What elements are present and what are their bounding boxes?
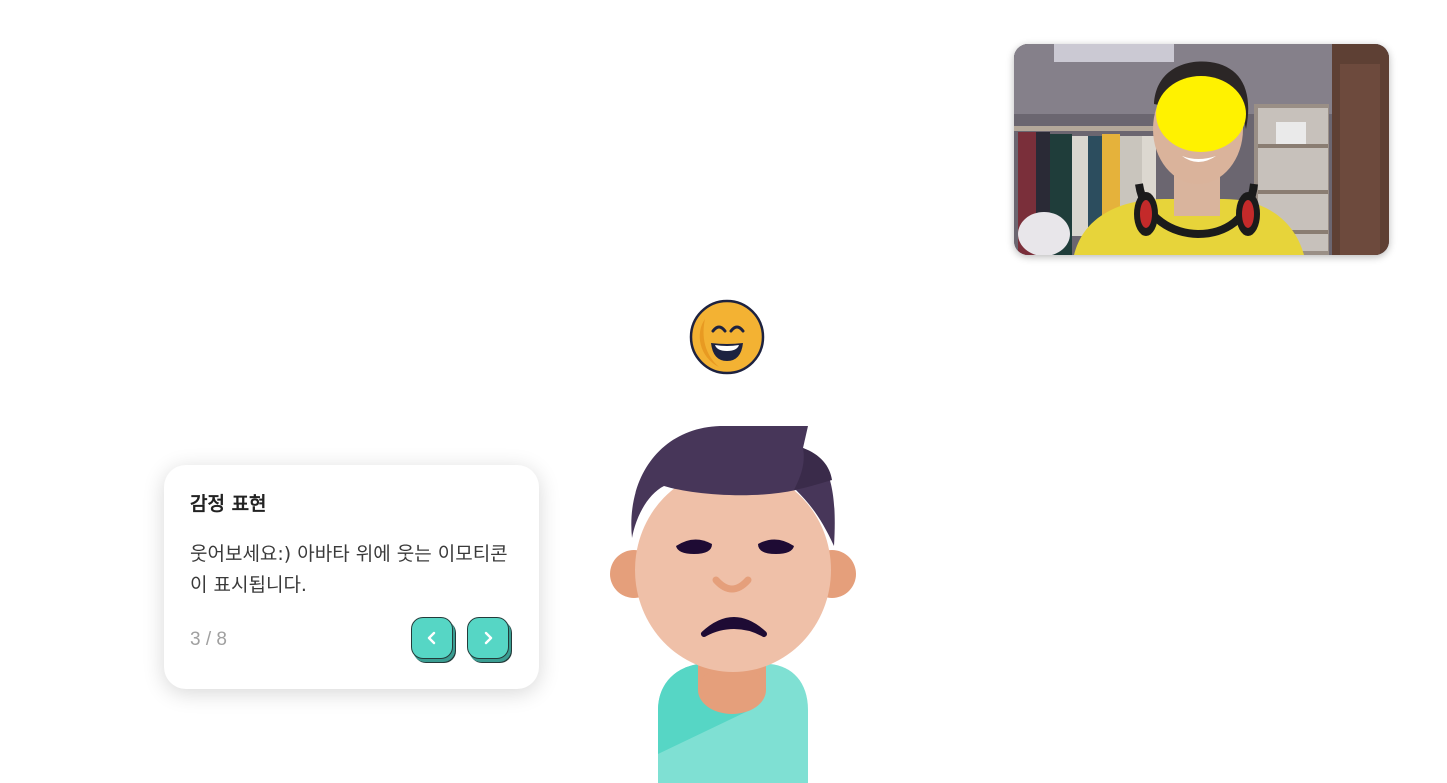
emotion-tutorial-screen: 감정 표현 웃어보세요:) 아바타 위에 웃는 이모티콘이 표시됩니다. 3 /…: [0, 0, 1447, 783]
tutorial-card: 감정 표현 웃어보세요:) 아바타 위에 웃는 이모티콘이 표시됩니다. 3 /…: [164, 465, 539, 689]
chevron-left-icon: [425, 631, 439, 645]
chevron-right-icon: [481, 631, 495, 645]
avatar: [600, 420, 870, 783]
webcam-preview: [1014, 44, 1389, 255]
tutorial-description: 웃어보세요:) 아바타 위에 웃는 이모티콘이 표시됩니다.: [190, 543, 508, 596]
next-step-button[interactable]: [467, 617, 509, 659]
step-indicator: 3 / 8: [190, 629, 227, 650]
prev-step-button[interactable]: [411, 617, 453, 659]
laughing-face-icon: [689, 299, 765, 375]
tutorial-title: 감정 표현: [190, 493, 267, 515]
